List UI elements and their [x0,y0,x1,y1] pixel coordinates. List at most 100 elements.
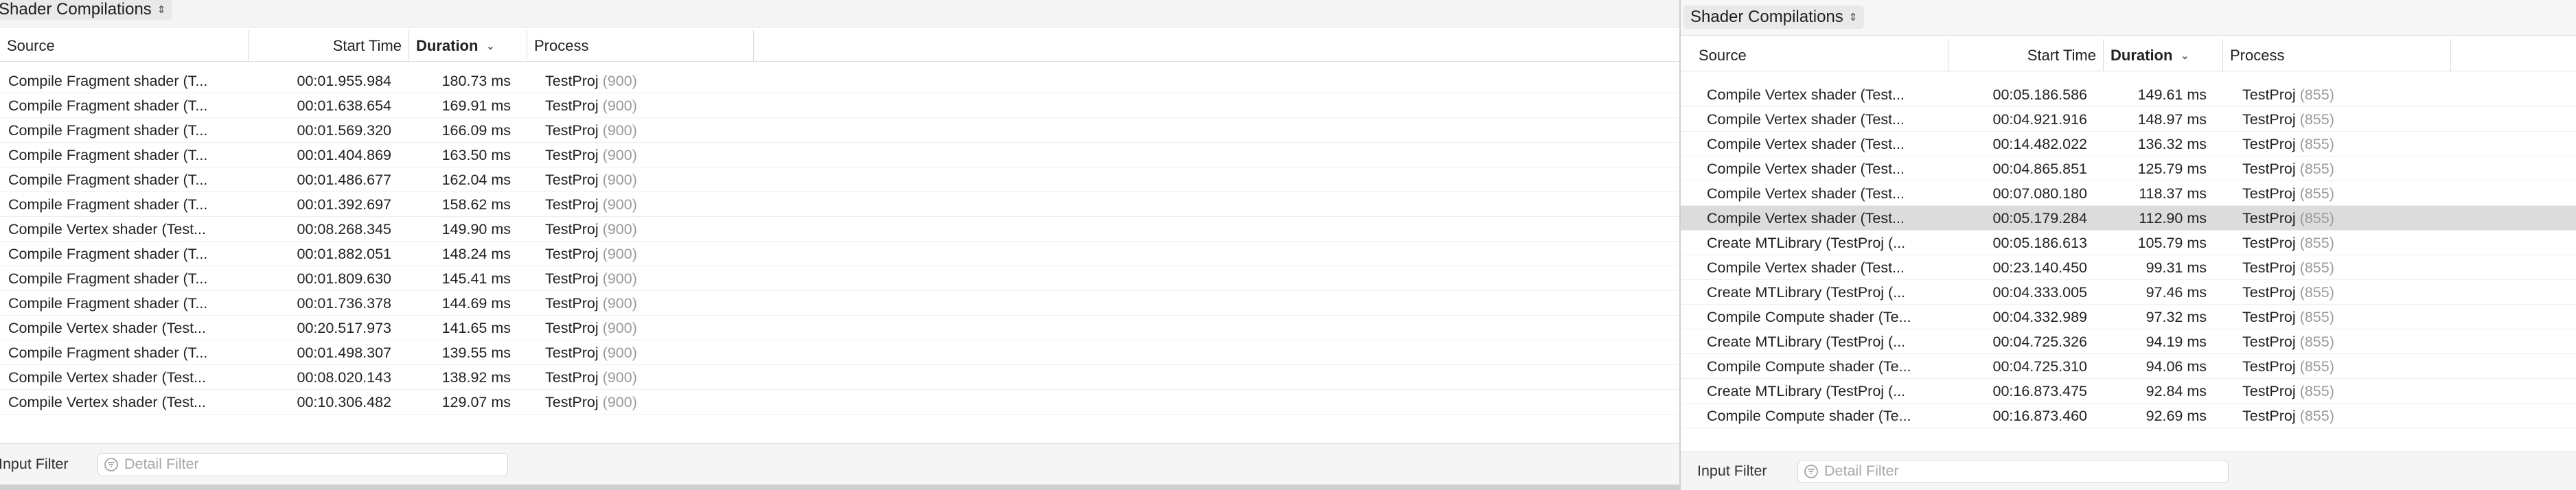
process-id: (855) [2299,259,2334,276]
process-cell: TestProj (900) [545,340,737,365]
start-time-cell: 00:01.736.378 [297,294,392,312]
process-name: TestProj [2242,86,2296,103]
process-name: TestProj [545,319,599,336]
duration-cell: 169.91 ms [441,97,511,114]
process-cell: TestProj (855) [2242,231,2435,255]
table-row[interactable]: Compile Vertex shader (Test... 00:20.517.… [0,316,1679,340]
process-name: TestProj [2242,382,2296,399]
process-id: (900) [602,369,637,386]
column-header-source[interactable]: Source [1681,40,1948,71]
input-filter-button[interactable]: Input Filter [0,444,69,485]
column-header-start-time[interactable]: Start Time [249,30,409,62]
process-name: TestProj [545,146,599,163]
table-row[interactable]: Compile Fragment shader (T... 00:01.404.8… [0,143,1679,167]
process-id: (855) [2299,333,2334,350]
process-name: TestProj [545,270,599,287]
process-id: (900) [602,294,637,312]
process-name: TestProj [545,196,599,213]
table-header: Source Start Time Duration ⌄ Process [0,30,1679,62]
source-cell: Compile Vertex shader (Test... [1707,86,1905,103]
column-header-label: Process [534,37,589,54]
start-time-cell: 00:04.725.326 [1992,333,2088,350]
table-row[interactable]: Create MTLibrary (TestProj (... 00:05.186… [1681,231,2576,255]
start-time-cell: 00:01.486.677 [297,171,392,188]
duration-cell: 129.07 ms [441,393,511,410]
detail-filter-input[interactable] [1824,463,2164,480]
source-cell: Compile Compute shader (Te... [1707,407,1911,424]
table-row[interactable]: Compile Fragment shader (T... 00:01.498.3… [0,340,1679,365]
start-time-cell: 00:07.080.180 [1992,185,2088,202]
table-row[interactable]: Compile Fragment shader (T... 00:01.486.6… [0,167,1679,192]
instrument-selector[interactable]: Shader Compilations ⇕ [0,0,173,20]
left-instrument-panel: Shader Compilations ⇕ Source Start Time … [0,0,1679,485]
process-name: TestProj [2242,259,2296,276]
source-cell: Compile Vertex shader (Test... [8,393,206,410]
table-row[interactable]: Create MTLibrary (TestProj (... 00:04.333… [1681,280,2576,305]
table-row[interactable]: Compile Vertex shader (Test... 00:08.268.… [0,217,1679,242]
table-row[interactable]: Compile Compute shader (Te... 00:16.873.4… [1681,404,2576,428]
duration-cell: 105.79 ms [2137,234,2207,251]
column-header-process[interactable]: Process [527,30,754,62]
detail-filter-field[interactable] [97,452,508,476]
duration-cell: 148.97 ms [2137,110,2207,128]
column-header-label: Source [7,37,55,54]
table-row[interactable]: Compile Vertex shader (Test... 00:05.186.… [1681,82,2576,107]
column-header-source[interactable]: Source [0,30,249,62]
process-id: (900) [602,245,637,262]
table-row[interactable]: Compile Vertex shader (Test... 00:10.306.… [0,390,1679,415]
column-header-duration[interactable]: Duration ⌄ [2104,40,2223,71]
table-row[interactable]: Compile Vertex shader (Test... 00:04.865.… [1681,156,2576,181]
table-row[interactable]: Compile Vertex shader (Test... 00:08.020.… [0,365,1679,390]
right-instrument-panel: Shader Compilations ⇕ Source Start Time … [1679,0,2576,490]
table-row[interactable]: Compile Vertex shader (Test... 00:14.482.… [1681,132,2576,156]
chevron-down-icon: ⌄ [486,40,495,51]
start-time-cell: 00:04.332.989 [1992,308,2088,325]
process-id: (855) [2299,234,2334,251]
process-id: (855) [2299,308,2334,325]
column-header-duration[interactable]: Duration ⌄ [409,30,527,62]
table-row[interactable]: Compile Vertex shader (Test... 00:04.921.… [1681,107,2576,132]
source-cell: Compile Compute shader (Te... [1707,308,1911,325]
column-header-start-time[interactable]: Start Time [1948,40,2104,71]
table-row[interactable]: Compile Fragment shader (T... 00:01.569.3… [0,118,1679,143]
process-cell: TestProj (855) [2242,305,2435,329]
instrument-selector-label: Shader Compilations [0,0,152,19]
start-time-cell: 00:08.268.345 [297,220,392,237]
process-id: (900) [602,146,637,163]
process-cell: TestProj (900) [545,242,737,266]
start-time-cell: 00:20.517.973 [297,319,392,336]
table-row[interactable]: Create MTLibrary (TestProj (... 00:04.725… [1681,329,2576,354]
start-time-cell: 00:10.306.482 [297,393,392,410]
input-filter-button[interactable]: Input Filter [1697,452,1767,490]
start-time-cell: 00:01.955.984 [297,72,392,89]
table-row[interactable]: Compile Fragment shader (T... 00:01.392.6… [0,192,1679,217]
process-id: (855) [2299,209,2334,226]
duration-cell: 94.06 ms [2146,358,2207,375]
process-name: TestProj [545,393,599,410]
duration-cell: 180.73 ms [441,72,511,89]
table-row[interactable]: Compile Fragment shader (T... 00:01.809.6… [0,266,1679,291]
table-row[interactable]: Compile Vertex shader (Test... 00:05.179.… [1681,206,2576,231]
table-row[interactable]: Compile Vertex shader (Test... 00:07.080.… [1681,181,2576,206]
filter-icon [104,457,118,471]
duration-cell: 92.84 ms [2146,382,2207,399]
instrument-selector[interactable]: Shader Compilations ⇕ [1683,5,1865,29]
table-row[interactable]: Compile Compute shader (Te... 00:04.725.3… [1681,354,2576,379]
process-name: TestProj [545,72,599,89]
table-row[interactable]: Compile Fragment shader (T... 00:01.638.6… [0,93,1679,118]
column-header-label: Start Time [2027,47,2096,64]
detail-filter-input[interactable] [124,456,448,473]
table-row[interactable]: Compile Fragment shader (T... 00:01.955.9… [0,69,1679,93]
table-row[interactable]: Compile Compute shader (Te... 00:04.332.9… [1681,305,2576,329]
process-name: TestProj [2242,209,2296,226]
table-row[interactable]: Compile Vertex shader (Test... 00:23.140.… [1681,255,2576,280]
table-row[interactable]: Compile Fragment shader (T... 00:01.882.0… [0,242,1679,266]
column-header-label: Duration [416,37,479,54]
process-cell: TestProj (900) [545,266,737,291]
column-header-process[interactable]: Process [2223,40,2451,71]
detail-filter-field[interactable] [1797,459,2229,483]
updown-arrows-icon: ⇕ [1848,12,1858,23]
source-cell: Compile Vertex shader (Test... [8,319,206,336]
table-row[interactable]: Compile Fragment shader (T... 00:01.736.3… [0,291,1679,316]
table-row[interactable]: Create MTLibrary (TestProj (... 00:16.873… [1681,379,2576,404]
